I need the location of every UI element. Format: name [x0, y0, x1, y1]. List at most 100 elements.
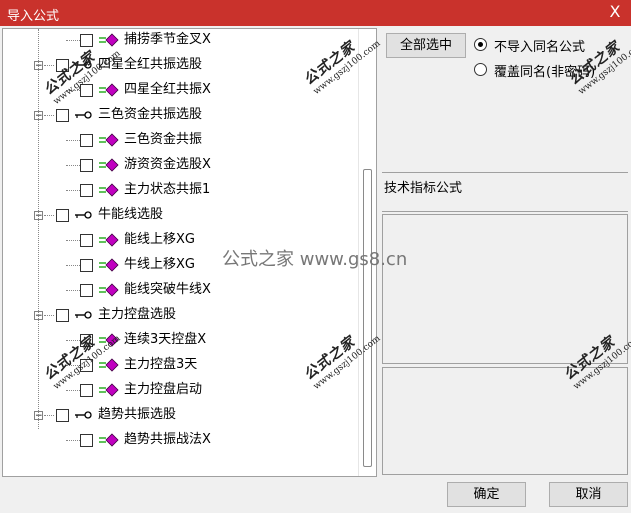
- tree-leaf-row[interactable]: 主力状态共振1: [3, 180, 358, 200]
- tree-group-row[interactable]: − 三色资金共振选股: [3, 105, 358, 125]
- center-watermark: 公式之家 www.gs8.cn: [222, 249, 408, 270]
- key-icon: [75, 311, 92, 319]
- key-icon: [75, 61, 92, 69]
- tree-leaf-row[interactable]: 主力控盘3天: [3, 355, 358, 375]
- key-icon: [75, 111, 92, 119]
- leaf-checkbox[interactable]: [80, 159, 93, 172]
- radio-skip-label: 不导入同名公式: [494, 40, 586, 55]
- formula-icon: [99, 133, 119, 147]
- scrollbar-thumb[interactable]: [363, 169, 372, 467]
- tree-group-row[interactable]: − 四星全红共振选股: [3, 55, 358, 75]
- formula-icon: [99, 433, 119, 447]
- tree-group-label: 趋势共振选股: [98, 407, 177, 422]
- tree-leaf-row[interactable]: 三色资金共振: [3, 130, 358, 150]
- radio-skip-same-name[interactable]: [474, 38, 487, 51]
- tree-connector: [44, 115, 54, 116]
- tree-leaf-row[interactable]: 游资资金选股X: [3, 155, 358, 175]
- formula-icon: [99, 258, 119, 272]
- tree-group-label: 三色资金共振选股: [98, 107, 203, 122]
- tree-connector: [66, 265, 80, 266]
- tree-connector: [66, 140, 80, 141]
- tree-leaf-row[interactable]: 能线突破牛线X: [3, 280, 358, 300]
- formula-icon: [99, 333, 119, 347]
- tree-leaf-label: 能线突破牛线X: [124, 282, 211, 297]
- group-checkbox[interactable]: [56, 409, 69, 422]
- tree-group-row[interactable]: − 趋势共振选股: [3, 405, 358, 425]
- tree-leaf-label: 能线上移XG: [124, 232, 195, 247]
- group-checkbox[interactable]: [56, 59, 69, 72]
- tree-connector: [44, 215, 54, 216]
- watermark: 公式之家 www.gszj100.com: [564, 23, 631, 97]
- tree-trunk-line: [38, 29, 39, 429]
- radio-overwrite-label: 覆盖同名(非密码): [494, 65, 596, 80]
- formula-description-box[interactable]: [382, 214, 628, 364]
- tree-leaf-label: 三色资金共振: [124, 132, 203, 147]
- tree-leaf-label: 主力状态共振1: [124, 182, 211, 197]
- tree-connector: [66, 440, 80, 441]
- tree-connector: [66, 165, 80, 166]
- category-panel: 技术指标公式: [382, 172, 628, 212]
- cancel-button[interactable]: 取消: [549, 482, 628, 507]
- tree-connector: [66, 290, 80, 291]
- radio-overwrite-same-name[interactable]: [474, 63, 487, 76]
- tree-connector: [66, 365, 80, 366]
- group-checkbox[interactable]: [56, 309, 69, 322]
- tree-leaf-label: 主力控盘启动: [124, 382, 203, 397]
- window-title: 导入公式: [7, 9, 60, 24]
- leaf-checkbox[interactable]: [80, 184, 93, 197]
- tree-leaf-label: 连续3天控盘X: [124, 332, 207, 347]
- tree-connector: [66, 240, 80, 241]
- tree-group-row[interactable]: − 主力控盘选股: [3, 305, 358, 325]
- tree-leaf-label: 四星全红共振X: [124, 82, 211, 97]
- title-bar: 导入公式 X: [0, 0, 631, 26]
- formula-param-box[interactable]: [382, 367, 628, 475]
- group-checkbox[interactable]: [56, 109, 69, 122]
- leaf-checkbox[interactable]: [80, 384, 93, 397]
- tree-connector: [44, 415, 54, 416]
- category-label: 技术指标公式: [384, 181, 463, 196]
- leaf-checkbox[interactable]: [80, 84, 93, 97]
- tree-connector: [66, 190, 80, 191]
- tree-connector: [66, 40, 80, 41]
- tree-group-label: 主力控盘选股: [98, 307, 177, 322]
- leaf-checkbox[interactable]: [80, 134, 93, 147]
- formula-icon: [99, 283, 119, 297]
- key-icon: [75, 211, 92, 219]
- formula-icon: [99, 233, 119, 247]
- formula-icon: [99, 33, 119, 47]
- formula-icon: [99, 158, 119, 172]
- tree-leaf-label: 牛线上移XG: [124, 257, 195, 272]
- leaf-checkbox[interactable]: [80, 259, 93, 272]
- group-checkbox[interactable]: [56, 209, 69, 222]
- tree-leaf-label: 趋势共振战法X: [124, 432, 211, 447]
- tree-leaf-row[interactable]: 趋势共振战法X: [3, 430, 358, 450]
- tree-leaf-row[interactable]: 连续3天控盘X: [3, 330, 358, 350]
- leaf-checkbox[interactable]: [80, 234, 93, 247]
- formula-icon: [99, 83, 119, 97]
- leaf-checkbox[interactable]: [80, 334, 93, 347]
- tree-leaf-row[interactable]: 捕捞季节金叉X: [3, 30, 358, 50]
- tree-group-row[interactable]: − 牛能线选股: [3, 205, 358, 225]
- tree-connector: [44, 65, 54, 66]
- ok-button[interactable]: 确定: [447, 482, 526, 507]
- tree-group-label: 牛能线选股: [98, 207, 164, 222]
- tree-connector: [44, 315, 54, 316]
- tree-group-label: 四星全红共振选股: [98, 57, 203, 72]
- leaf-checkbox[interactable]: [80, 434, 93, 447]
- tree-leaf-label: 主力控盘3天: [124, 357, 198, 372]
- tree-leaf-label: 捕捞季节金叉X: [124, 32, 211, 47]
- tree-leaf-row[interactable]: 四星全红共振X: [3, 80, 358, 100]
- tree-leaf-row[interactable]: 主力控盘启动: [3, 380, 358, 400]
- leaf-checkbox[interactable]: [80, 34, 93, 47]
- leaf-checkbox[interactable]: [80, 359, 93, 372]
- formula-icon: [99, 358, 119, 372]
- key-icon: [75, 411, 92, 419]
- close-icon[interactable]: X: [605, 2, 625, 22]
- leaf-checkbox[interactable]: [80, 284, 93, 297]
- formula-icon: [99, 383, 119, 397]
- select-all-button[interactable]: 全部选中: [386, 33, 466, 58]
- tree-leaf-label: 游资资金选股X: [124, 157, 211, 172]
- tree-connector: [66, 390, 80, 391]
- tree-connector: [66, 340, 80, 341]
- tree-connector: [66, 90, 80, 91]
